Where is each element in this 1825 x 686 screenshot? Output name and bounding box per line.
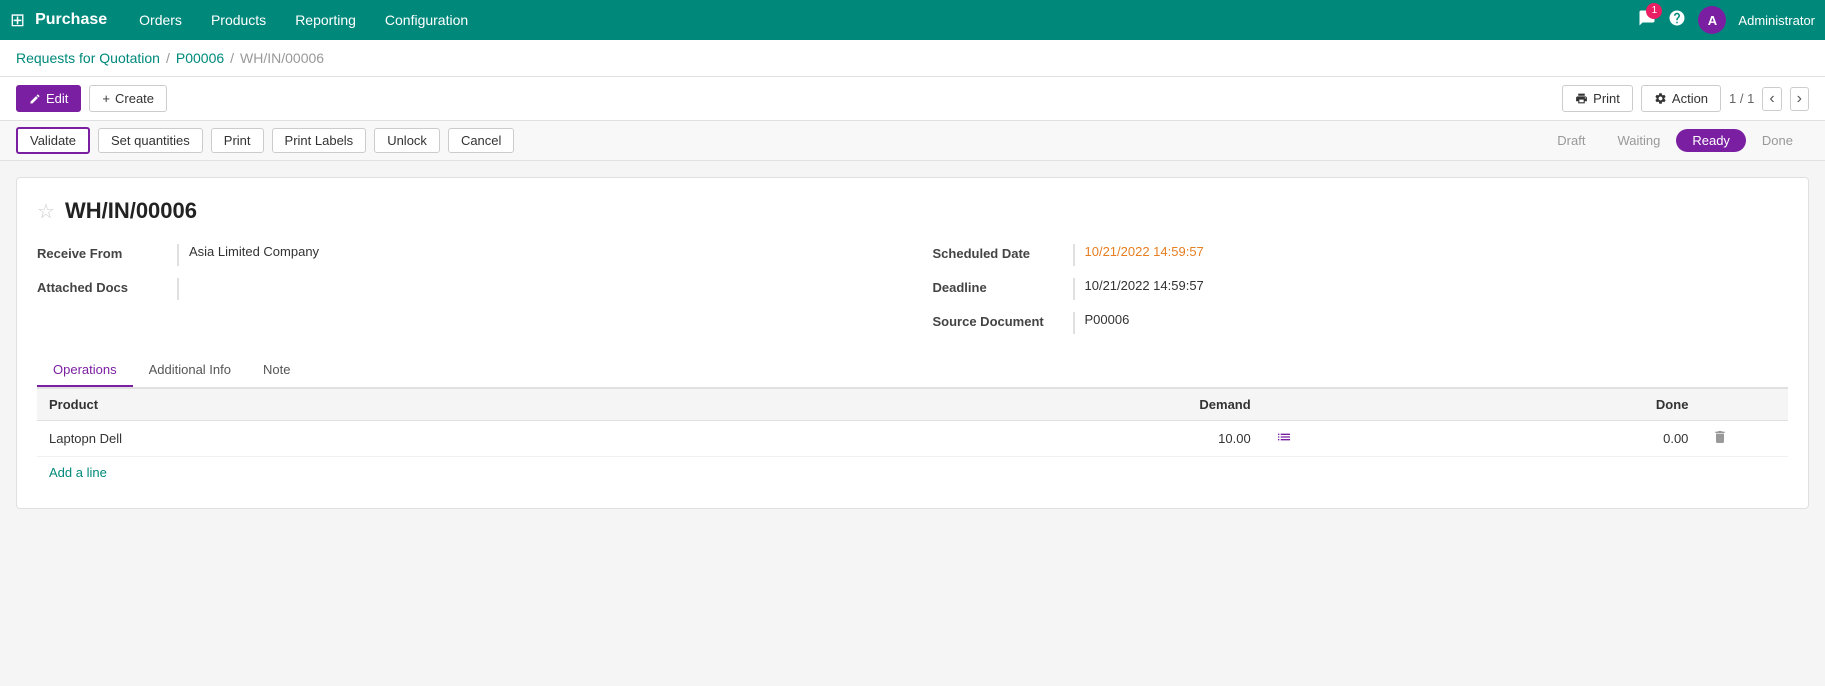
source-doc-row: Source Document P00006 [933,312,1789,334]
print-plain-button[interactable]: Print [211,128,264,153]
operations-table: Product Demand Done Laptopn Dell 10.00 [37,388,1788,457]
breadcrumb-rfq[interactable]: Requests for Quotation [16,50,160,66]
record-title: WH/IN/00006 [65,198,197,224]
app-name: Purchase [35,11,107,29]
top-nav-right: 1 A Administrator [1638,6,1815,34]
source-doc-label: Source Document [933,312,1063,329]
scheduled-date-value[interactable]: 10/21/2022 14:59:57 [1073,244,1789,266]
attached-docs-label: Attached Docs [37,278,167,295]
breadcrumb-sep1: / [166,50,170,66]
breadcrumb-po[interactable]: P00006 [176,50,224,66]
prev-arrow[interactable]: ‹ [1762,87,1781,111]
product-cell[interactable]: Laptopn Dell [37,421,825,457]
table-row: Laptopn Dell 10.00 0.00 [37,421,1788,457]
breadcrumb-sep2: / [230,50,234,66]
receive-from-value[interactable]: Asia Limited Company [177,244,893,266]
breadcrumb: Requests for Quotation / P00006 / WH/IN/… [0,40,1825,77]
print-button[interactable]: Print [1562,85,1633,112]
validate-button[interactable]: Validate [16,127,90,154]
cancel-button[interactable]: Cancel [448,128,514,153]
receive-from-label: Receive From [37,244,167,261]
deadline-label: Deadline [933,278,1063,295]
record-card: ☆ WH/IN/00006 Receive From Asia Limited … [16,177,1809,509]
main-nav: Orders Products Reporting Configuration [127,6,480,34]
status-done: Done [1746,129,1809,152]
grid-icon[interactable]: ⊞ [10,10,25,31]
chart-cell[interactable] [1263,421,1351,457]
chart-icon[interactable] [1275,433,1293,448]
print-labels-button[interactable]: Print Labels [272,128,367,153]
breadcrumb-current: WH/IN/00006 [240,50,324,66]
attached-docs-row: Attached Docs [37,278,893,300]
main-content: ☆ WH/IN/00006 Receive From Asia Limited … [0,161,1825,525]
scheduled-date-row: Scheduled Date 10/21/2022 14:59:57 [933,244,1789,266]
status-draft: Draft [1541,129,1601,152]
edit-button[interactable]: Edit [16,85,81,112]
set-quantities-button[interactable]: Set quantities [98,128,203,153]
unlock-button[interactable]: Unlock [374,128,440,153]
demand-cell[interactable]: 10.00 [825,421,1263,457]
next-arrow[interactable]: › [1790,87,1809,111]
action-bar: Validate Set quantities Print Print Labe… [0,121,1825,161]
tab-note[interactable]: Note [247,354,306,387]
deadline-row: Deadline 10/21/2022 14:59:57 [933,278,1789,300]
add-line-button[interactable]: Add a line [37,457,1788,488]
col-demand: Demand [825,389,1263,421]
col-product: Product [37,389,825,421]
nav-products[interactable]: Products [199,6,278,34]
favorite-star-icon[interactable]: ☆ [37,199,55,224]
nav-reporting[interactable]: Reporting [283,6,368,34]
admin-name: Administrator [1738,13,1815,28]
toolbar: Edit + Create Print Action 1 / 1 ‹ › [0,77,1825,121]
notifications-icon[interactable]: 1 [1638,9,1656,32]
col-chart-header [1263,389,1351,421]
nav-orders[interactable]: Orders [127,6,194,34]
nav-configuration[interactable]: Configuration [373,6,480,34]
scheduled-date-label: Scheduled Date [933,244,1063,261]
help-icon[interactable] [1668,9,1686,32]
delete-row-icon[interactable] [1712,433,1728,448]
attached-docs-value[interactable] [177,278,893,300]
done-cell[interactable]: 0.00 [1350,421,1700,457]
tabs-bar: Operations Additional Info Note [37,354,1788,388]
avatar: A [1698,6,1726,34]
deadline-value[interactable]: 10/21/2022 14:59:57 [1073,278,1789,300]
record-title-row: ☆ WH/IN/00006 [37,198,1788,224]
status-ready: Ready [1676,129,1746,152]
notification-badge: 1 [1646,3,1662,19]
receive-from-row: Receive From Asia Limited Company [37,244,893,266]
pagination: 1 / 1 ‹ › [1729,87,1809,111]
top-nav: ⊞ Purchase Orders Products Reporting Con… [0,0,1825,40]
col-done: Done [1350,389,1700,421]
col-action-header [1700,389,1788,421]
action-button[interactable]: Action [1641,85,1721,112]
delete-cell[interactable] [1700,421,1788,457]
tab-operations[interactable]: Operations [37,354,133,387]
status-bar: Draft Waiting Ready Done [1541,129,1809,152]
source-doc-value[interactable]: P00006 [1073,312,1789,334]
status-waiting: Waiting [1601,129,1676,152]
tab-additional-info[interactable]: Additional Info [133,354,247,387]
fields-grid: Receive From Asia Limited Company Attach… [37,244,1788,334]
create-button[interactable]: + Create [89,85,167,112]
